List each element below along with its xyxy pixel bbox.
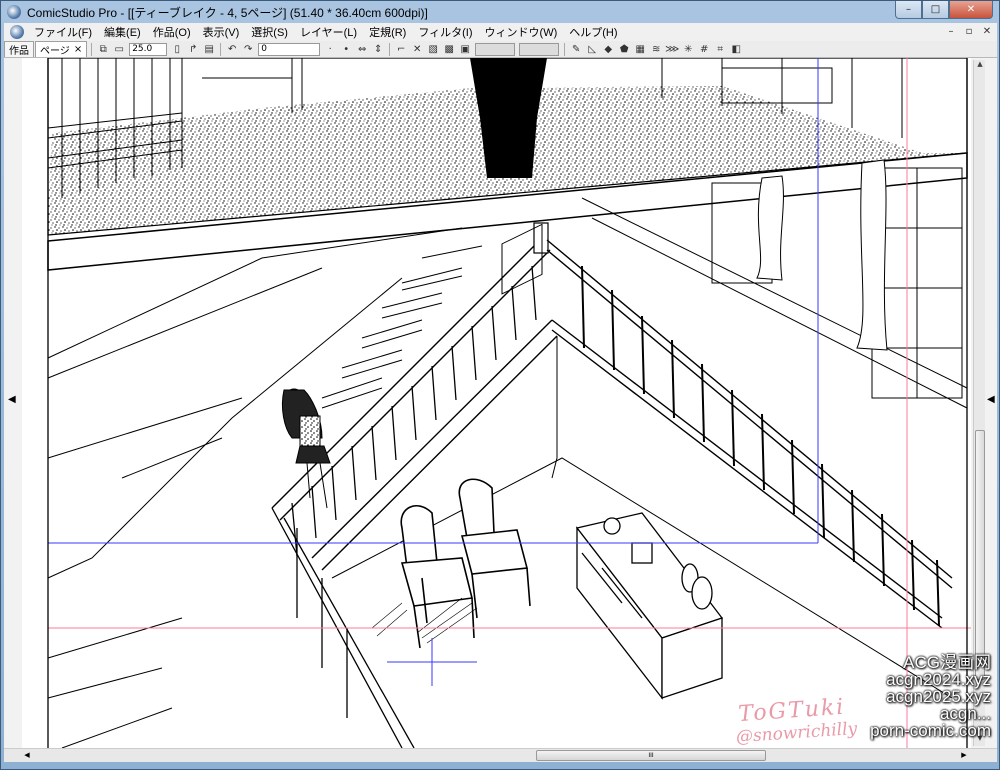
menu-select[interactable]: 選択(S) xyxy=(245,24,294,40)
separator xyxy=(389,42,391,56)
menu-file[interactable]: ファイル(F) xyxy=(28,24,98,40)
rotate-left-icon[interactable]: ↶ xyxy=(225,42,239,56)
manga-page-artwork xyxy=(47,58,971,748)
left-arrow-icon: ◀ xyxy=(8,394,16,405)
horizontal-scrollbar[interactable]: ◀ III ▶ xyxy=(4,748,997,762)
rotate-right-icon[interactable]: ↷ xyxy=(241,42,255,56)
vertical-scroll-thumb[interactable] xyxy=(975,430,985,680)
title-bar[interactable]: ComicStudio Pro - [[ティーブレイク - 4, 5ページ] (… xyxy=(1,1,999,23)
artist-signature: ToGTuki @snowrichilly xyxy=(735,694,858,748)
menu-work[interactable]: 作品(O) xyxy=(147,24,197,40)
menu-ruler[interactable]: 定規(R) xyxy=(363,24,412,40)
pen-icon[interactable]: ✎ xyxy=(569,42,583,56)
separator xyxy=(220,42,222,56)
new-page-icon[interactable]: ▯ xyxy=(170,42,184,56)
drawing-canvas[interactable] xyxy=(22,58,971,748)
display-icon[interactable]: ▣ xyxy=(458,42,472,56)
desk xyxy=(575,512,724,700)
menu-edit[interactable]: 編集(E) xyxy=(98,24,147,40)
watermark-line: ACG漫画网 xyxy=(903,653,991,672)
speedline-icon[interactable]: ⋙ xyxy=(665,42,679,56)
menu-window[interactable]: ウィンドウ(W) xyxy=(479,24,564,40)
document-window-controls: – ▫ ✕ xyxy=(943,23,995,39)
page-copy-icon[interactable]: ⧉ xyxy=(96,42,110,56)
dot-icon[interactable]: • xyxy=(339,42,353,56)
menu-layer[interactable]: レイヤー(L) xyxy=(294,24,363,40)
image-icon[interactable]: ▧ xyxy=(426,42,440,56)
watermark-line: acgn2025.xyz xyxy=(886,687,991,706)
window-title: ComicStudio Pro - [[ティーブレイク - 4, 5ページ] (… xyxy=(27,5,428,20)
zoom-input[interactable]: 25.0 xyxy=(129,42,168,56)
separator xyxy=(91,42,93,56)
flip-vertical-icon[interactable]: ⇕ xyxy=(371,42,385,56)
triangle-ruler-icon[interactable]: ◺ xyxy=(585,42,599,56)
menu-bar: ファイル(F) 編集(E) 作品(O) 表示(V) 選択(S) レイヤー(L) … xyxy=(4,23,997,41)
menu-filter[interactable]: フィルタ(I) xyxy=(412,24,478,40)
app-window: ComicStudio Pro - [[ティーブレイク - 4, 5ページ] (… xyxy=(0,0,1000,770)
right-arrow-icon: ◀ xyxy=(987,394,995,405)
tab-page[interactable]: ページ × xyxy=(35,41,88,57)
doc-minimize-button[interactable]: – xyxy=(943,23,959,39)
menu-view[interactable]: 表示(V) xyxy=(197,24,246,40)
watermark-line: porn-comic.com xyxy=(870,721,991,740)
shape-icon[interactable]: ◆ xyxy=(601,42,615,56)
app-icon[interactable] xyxy=(7,5,21,19)
scroll-left-arrow[interactable]: ◀ xyxy=(20,749,34,762)
doc-close-button[interactable]: ✕ xyxy=(979,23,995,39)
staircase-steps xyxy=(321,245,483,409)
grid-icon[interactable]: # xyxy=(697,42,711,56)
page-icon[interactable]: ▤ xyxy=(202,42,216,56)
watermark-line: acgn2024.xyz xyxy=(886,670,991,689)
lower-room xyxy=(47,227,463,748)
horizontal-scroll-thumb[interactable]: III xyxy=(536,750,766,761)
panel-icon[interactable]: ◧ xyxy=(729,42,743,56)
dot-small-icon[interactable]: · xyxy=(323,42,337,56)
workspace: ◀ ◀ ▲ ▼ ToGTuki @snowrichilly ACG漫画网 acg… xyxy=(4,58,997,748)
flip-horizontal-icon[interactable]: ⇔ xyxy=(355,42,369,56)
flip-icon[interactable]: ↱ xyxy=(186,42,200,56)
gradient-icon[interactable]: ▦ xyxy=(633,42,647,56)
watermark-overlay: ACG漫画网 acgn2024.xyz acgn2025.xyz acgn...… xyxy=(870,654,991,739)
perspective-icon[interactable]: ⌗ xyxy=(713,42,727,56)
tab-page-label: ページ xyxy=(40,46,70,57)
rotation-input[interactable]: 0 xyxy=(258,42,321,56)
minimize-button[interactable]: – xyxy=(895,1,922,19)
toolbar: 作品 ページ × ⧉ ▭ 25.0 ▯ ↱ ▤ ↶ ↷ 0 · • ⇔ ⇕ ⌐ … xyxy=(4,41,997,58)
watermark-line: acgn... xyxy=(939,704,991,723)
page-fit-icon[interactable]: ▭ xyxy=(112,42,126,56)
disabled-field-2 xyxy=(519,42,560,56)
bucket-icon[interactable]: ⬟ xyxy=(617,42,631,56)
scroll-up-arrow[interactable]: ▲ xyxy=(974,60,986,72)
disabled-field xyxy=(475,42,516,56)
crosshair-cursor xyxy=(387,638,477,686)
document-icon[interactable] xyxy=(10,25,24,39)
close-button[interactable]: ✕ xyxy=(949,1,993,19)
focus-line-icon[interactable]: ✳ xyxy=(681,42,695,56)
maximize-button[interactable]: □ xyxy=(922,1,949,19)
scroll-right-arrow[interactable]: ▶ xyxy=(957,749,971,762)
tab-close-icon[interactable]: × xyxy=(74,44,82,55)
tab-work-label: 作品 xyxy=(9,46,29,57)
fill-icon[interactable]: ▩ xyxy=(442,42,456,56)
tab-work[interactable]: 作品 xyxy=(4,41,34,57)
transform-icon[interactable]: ✕ xyxy=(410,42,424,56)
separator xyxy=(564,42,566,56)
chair-left xyxy=(400,504,475,649)
left-panel-toggle[interactable]: ◀ xyxy=(4,58,22,748)
menu-help[interactable]: ヘルプ(H) xyxy=(563,24,623,40)
ruler-icon[interactable]: ⌐ xyxy=(394,42,408,56)
doc-restore-button[interactable]: ▫ xyxy=(961,23,977,39)
tone-icon[interactable]: ≋ xyxy=(649,42,663,56)
vertical-scrollbar[interactable]: ▲ ▼ xyxy=(973,60,985,746)
window-controls: – □ ✕ xyxy=(895,1,993,19)
